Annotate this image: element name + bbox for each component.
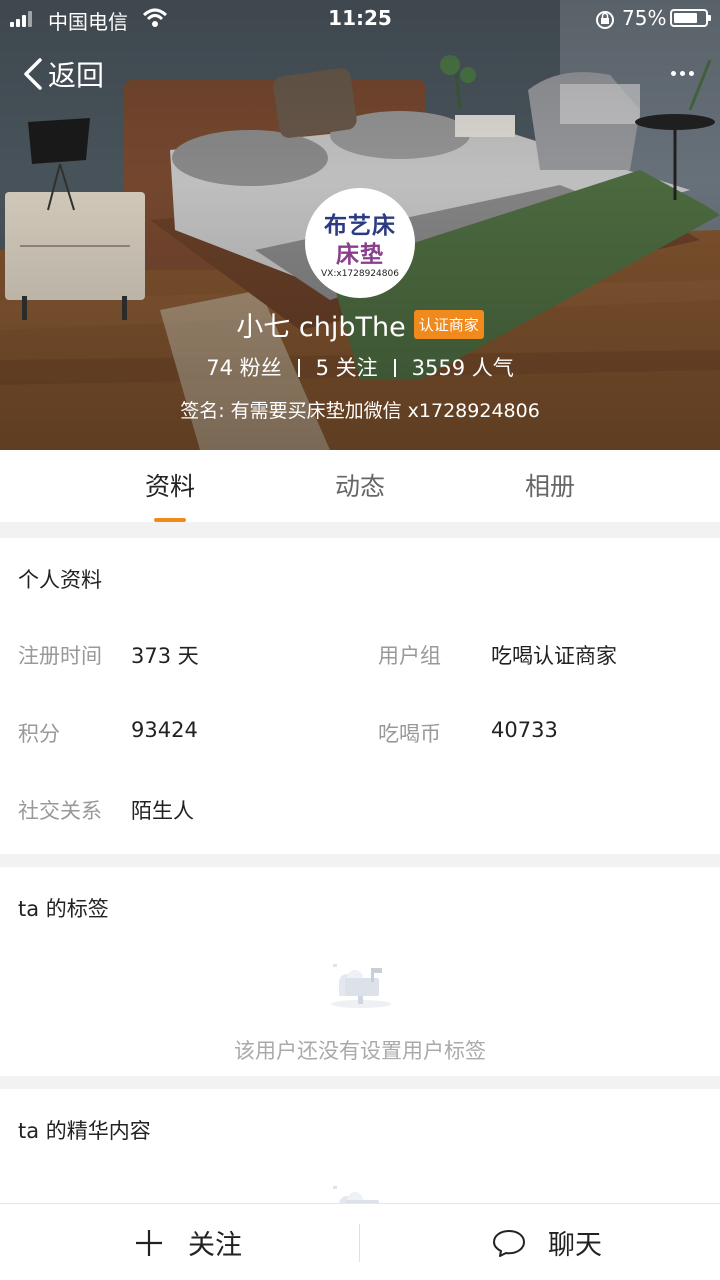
empty-mailbox-icon (331, 964, 391, 1008)
tab-album-label: 相册 (524, 472, 575, 501)
coins-value: 40733 (491, 718, 558, 742)
tab-bar: 资料 动态 相册 (0, 450, 720, 522)
chevron-left-icon (24, 58, 42, 90)
user-group-value: 吃喝认证商家 (491, 644, 617, 668)
personal-info-section: 个人资料 注册时间 373 天 用户组 吃喝认证商家 积分 93424 吃喝币 … (0, 538, 720, 854)
register-time-value: 373 天 (131, 644, 199, 668)
tab-activity[interactable]: 动态 (265, 450, 455, 522)
avatar-text-line2: 床垫 (336, 241, 384, 268)
fans-count[interactable]: 74 粉丝 (206, 356, 281, 380)
back-button[interactable]: 返回 (20, 54, 104, 94)
name-row: 小七 chjbThe 认证商家 (0, 305, 720, 344)
following-count[interactable]: 5 关注 (316, 356, 378, 380)
back-label: 返回 (48, 59, 105, 92)
user-name: 小七 chjbThe (236, 312, 406, 343)
register-time-label: 注册时间 (18, 644, 102, 668)
profile-page: 中国电信 11:25 75% 返回 布艺床 床垫 VX:x1728924806 … (0, 0, 720, 1280)
tab-album[interactable]: 相册 (455, 450, 645, 522)
user-group-label: 用户组 (378, 644, 441, 668)
popularity-count: 3559 人气 (411, 356, 514, 380)
battery-icon (670, 9, 711, 27)
stats-divider (393, 359, 396, 377)
chat-bubble-icon (493, 1229, 525, 1257)
signature: 签名: 有需要买床垫加微信 x1728924806 (180, 400, 540, 422)
tab-profile[interactable]: 资料 (75, 450, 265, 522)
status-bar: 中国电信 11:25 75% (0, 0, 720, 38)
rotation-lock-icon (594, 9, 616, 36)
active-tab-indicator (154, 518, 186, 522)
tab-activity-label: 动态 (334, 472, 385, 501)
battery-percent: 75% (622, 6, 667, 30)
empty-tags-text: 该用户还没有设置用户标签 (234, 1039, 486, 1063)
social-relation-value: 陌生人 (131, 799, 194, 823)
avatar[interactable]: 布艺床 床垫 VX:x1728924806 (305, 188, 415, 298)
follow-label: 关注 (188, 1230, 242, 1261)
stats-row: 74 粉丝 5 关注 3559 人气 (0, 352, 720, 382)
section-title: 个人资料 (18, 568, 102, 592)
points-label: 积分 (18, 722, 60, 746)
more-icon[interactable] (660, 58, 704, 88)
section-title: ta 的标签 (18, 897, 109, 921)
plus-icon (136, 1229, 162, 1256)
tab-profile-label: 资料 (144, 472, 195, 501)
points-value: 93424 (131, 718, 198, 742)
follow-button[interactable]: 关注 (134, 1204, 242, 1280)
section-title: ta 的精华内容 (18, 1119, 151, 1143)
verified-merchant-badge: 认证商家 (413, 310, 484, 339)
avatar-text-line3: VX:x1728924806 (321, 269, 399, 279)
chat-label: 聊天 (548, 1230, 602, 1261)
profile-header: 中国电信 11:25 75% 返回 布艺床 床垫 VX:x1728924806 … (0, 0, 720, 450)
bottom-bar-divider (359, 1224, 360, 1262)
chat-button[interactable]: 聊天 (492, 1204, 602, 1280)
social-relation-label: 社交关系 (18, 799, 102, 823)
featured-section: ta 的精华内容 (0, 1089, 720, 1218)
stats-divider (297, 359, 300, 377)
coins-label: 吃喝币 (378, 722, 441, 746)
tags-section: ta 的标签 该用户还没有设置用户标签 (0, 867, 720, 1076)
bottom-action-bar: 关注 聊天 (0, 1203, 720, 1280)
